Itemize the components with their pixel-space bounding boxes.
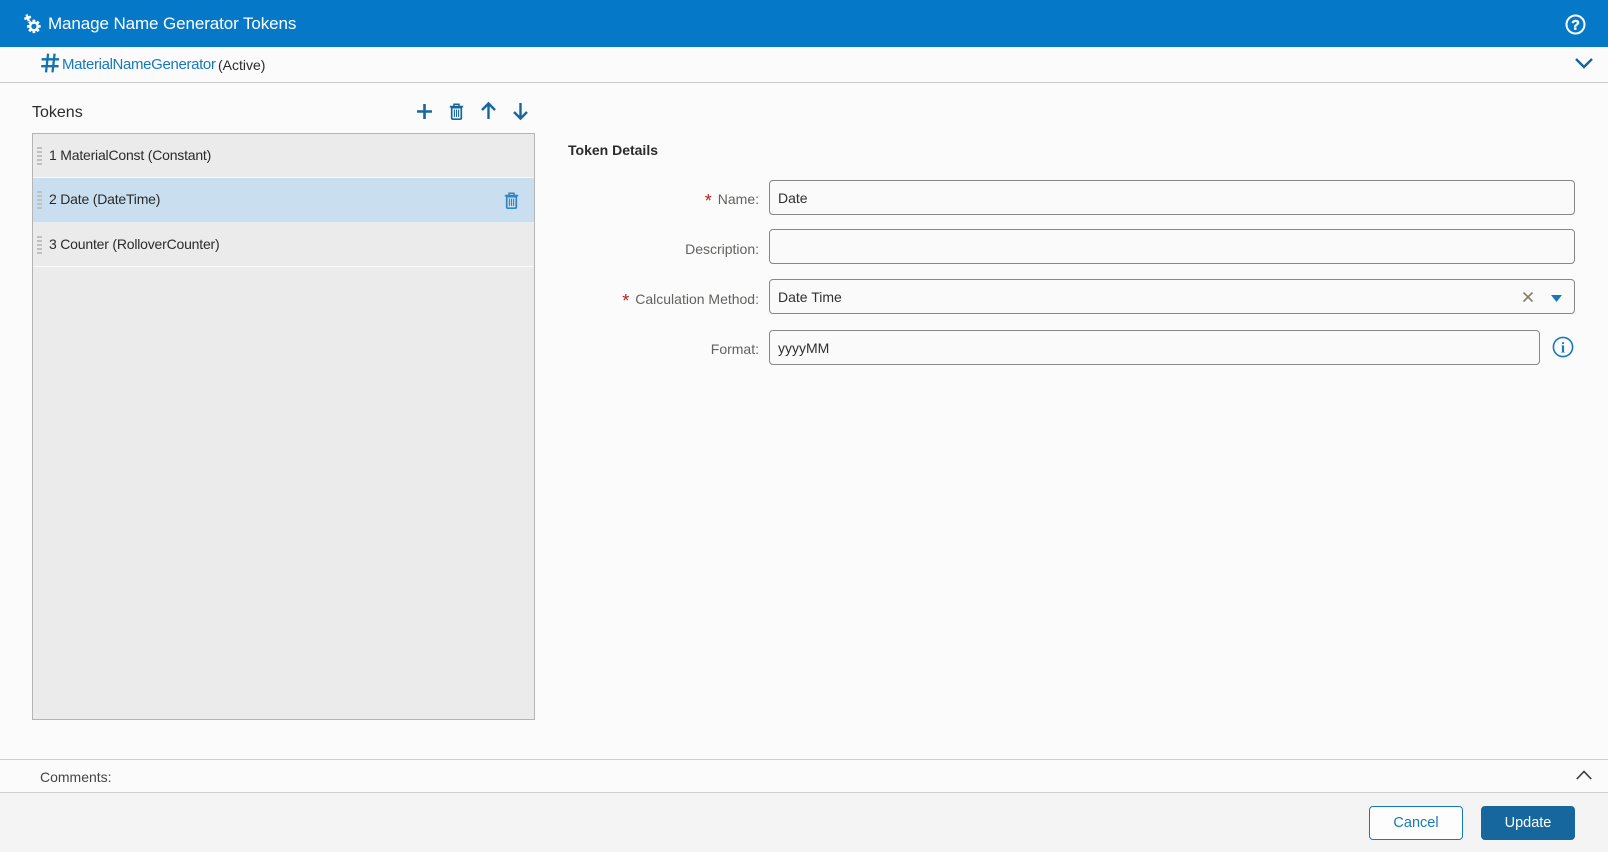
svg-text:i: i (1561, 340, 1565, 356)
svg-text:?: ? (1571, 17, 1580, 33)
